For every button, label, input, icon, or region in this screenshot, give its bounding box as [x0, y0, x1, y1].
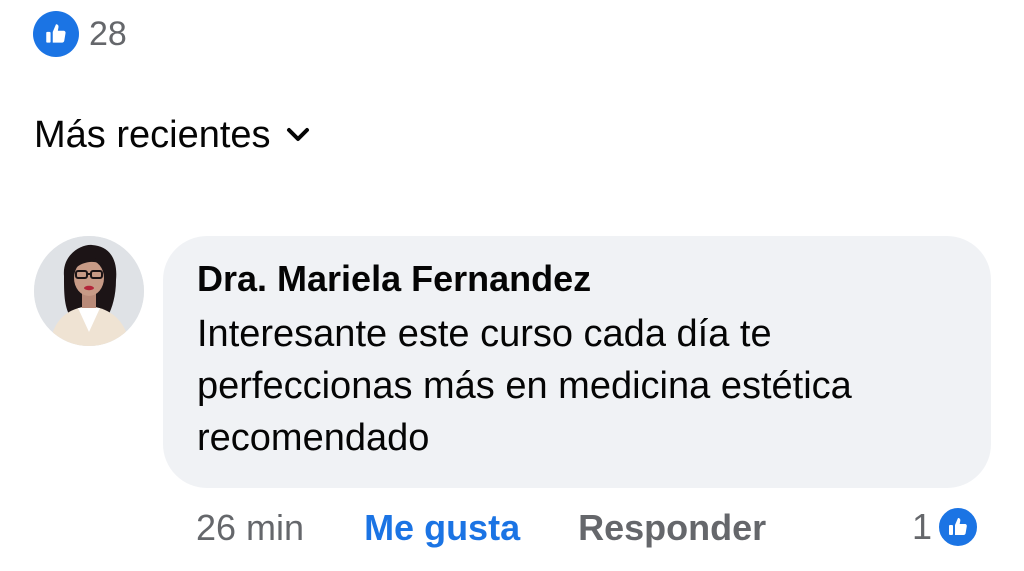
comment-bubble: Dra. Mariela Fernandez Interesante este … — [163, 236, 991, 488]
comment-actions: 26 min Me gusta Responder — [196, 504, 766, 552]
like-button[interactable]: Me gusta — [364, 507, 520, 549]
avatar[interactable] — [34, 236, 144, 346]
thumbs-up-icon — [33, 11, 79, 57]
sort-label: Más recientes — [34, 114, 271, 156]
thumbs-up-icon — [936, 505, 981, 549]
comment-text: Interesante este curso cada día te perfe… — [197, 313, 873, 459]
reply-button[interactable]: Responder — [578, 507, 766, 549]
reaction-summary[interactable]: 28 — [33, 11, 127, 57]
comment-reaction-count: 1 — [912, 506, 933, 547]
comment-author[interactable]: Dra. Mariela Fernandez — [197, 258, 957, 300]
comment-timestamp[interactable]: 26 min — [196, 507, 304, 549]
reaction-count: 28 — [89, 15, 127, 53]
sort-dropdown[interactable]: Más recientes — [34, 116, 311, 154]
comment-reaction-summary[interactable]: 1 — [912, 503, 981, 551]
chevron-down-icon — [285, 122, 311, 148]
comments-section: 28 Más recientes Dra. Mariela Fernandez … — [0, 0, 1024, 571]
